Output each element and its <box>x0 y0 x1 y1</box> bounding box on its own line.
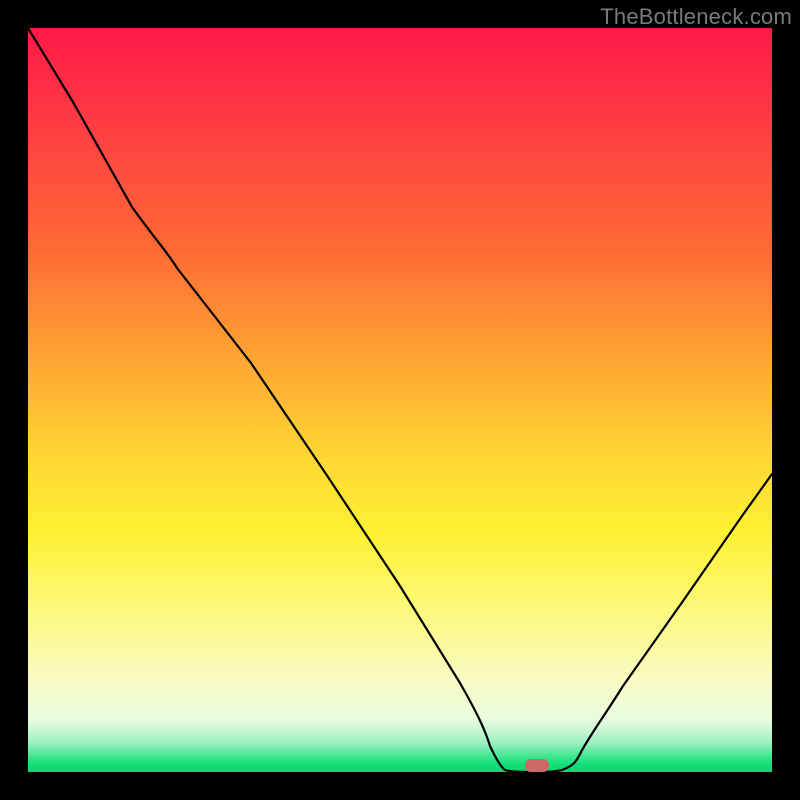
watermark-text: TheBottleneck.com <box>600 4 792 30</box>
bottleneck-curve <box>28 28 772 772</box>
chart-frame: TheBottleneck.com <box>0 0 800 800</box>
optimal-marker <box>525 759 549 772</box>
curve-path <box>28 28 772 772</box>
plot-area <box>28 28 772 772</box>
